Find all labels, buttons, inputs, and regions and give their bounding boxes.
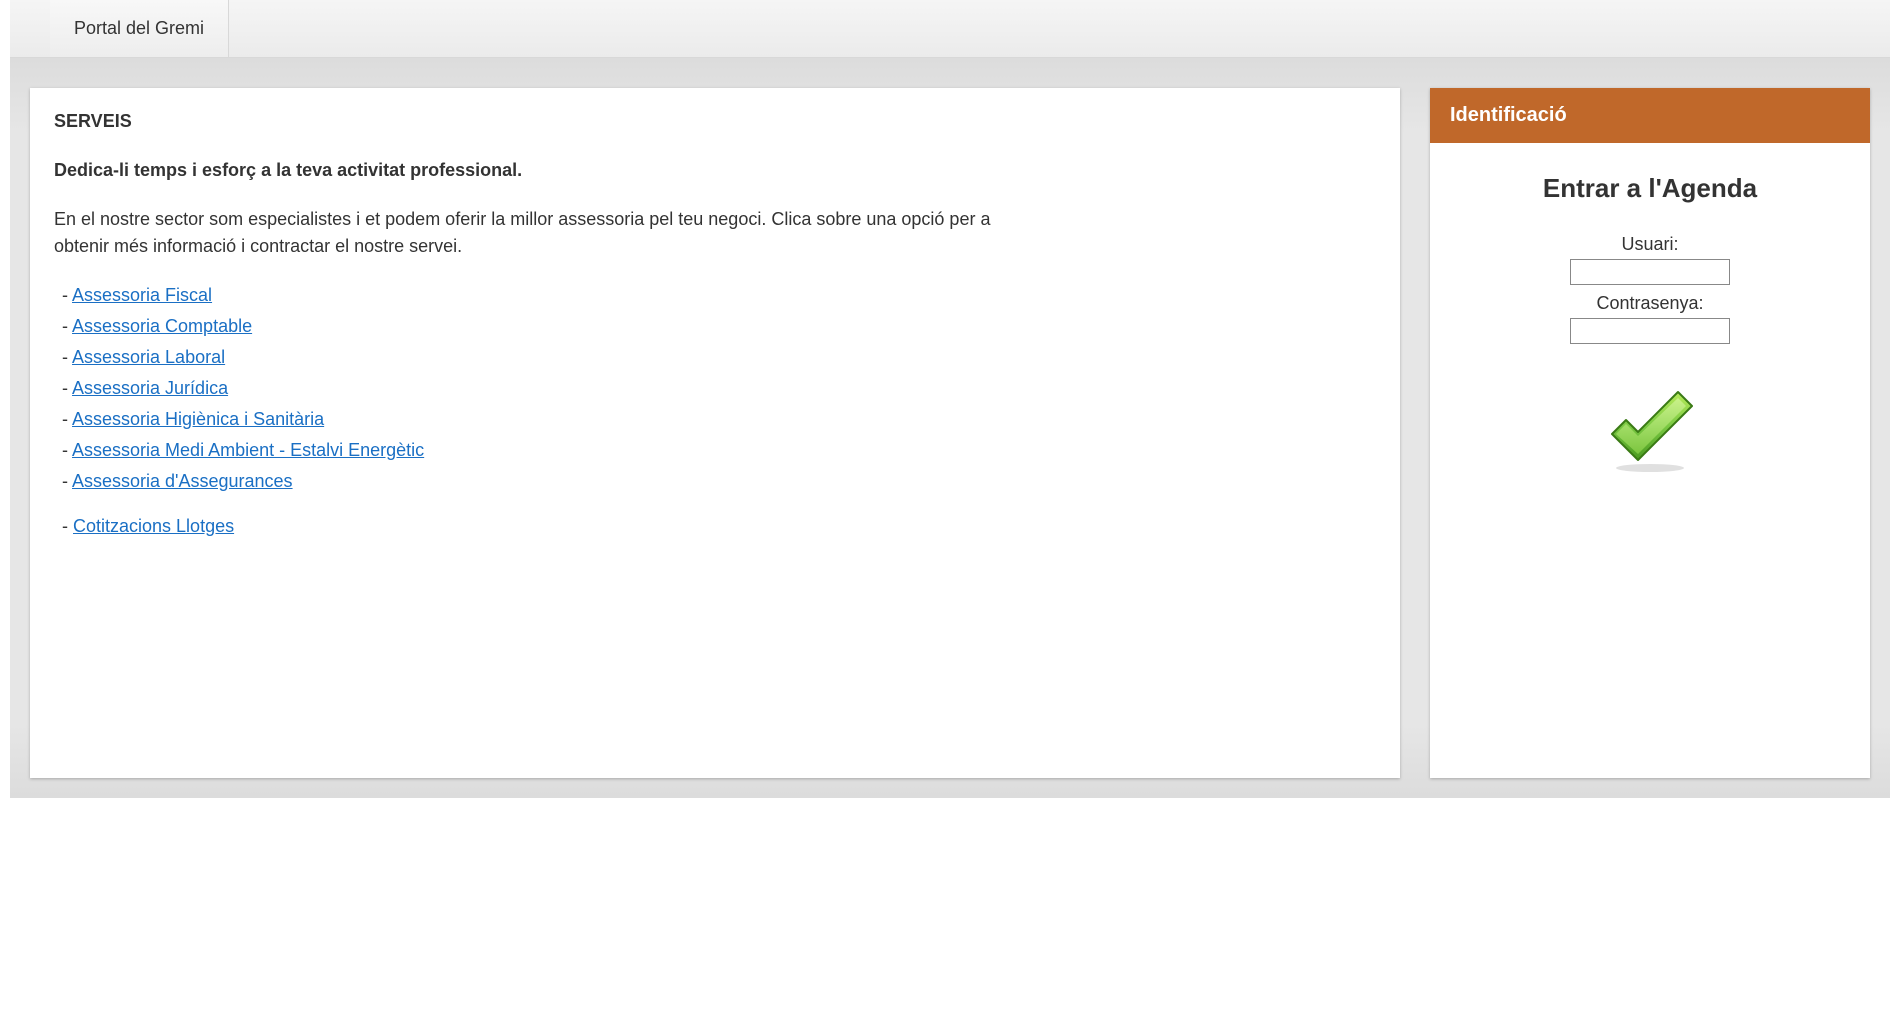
- services-card: SERVEIS Dedica-li temps i esforç a la te…: [30, 88, 1400, 778]
- list-item: - Cotitzacions Llotges: [62, 513, 1376, 540]
- password-row: Contrasenya:: [1450, 293, 1850, 344]
- portal-tab-label: Portal del Gremi: [74, 18, 204, 39]
- services-description: En el nostre sector som especialistes i …: [54, 206, 1014, 260]
- service-link[interactable]: Assessoria Medi Ambient - Estalvi Energè…: [72, 440, 424, 460]
- quotes-link[interactable]: Cotitzacions Llotges: [73, 516, 234, 536]
- list-item: - Assessoria Fiscal: [62, 282, 1376, 309]
- list-item: - Assessoria Higiènica i Sanitària: [62, 406, 1376, 433]
- service-link[interactable]: Assessoria Fiscal: [72, 285, 212, 305]
- submit-button[interactable]: [1600, 384, 1700, 474]
- username-input[interactable]: [1570, 259, 1730, 285]
- service-link[interactable]: Assessoria Higiènica i Sanitària: [72, 409, 324, 429]
- list-item: - Assessoria Comptable: [62, 313, 1376, 340]
- list-item: - Assessoria Medi Ambient - Estalvi Ener…: [62, 437, 1376, 464]
- login-header-label: Identificació: [1450, 104, 1567, 126]
- username-label: Usuari:: [1450, 234, 1850, 255]
- services-heading: SERVEIS: [54, 108, 1376, 135]
- login-card-body: Entrar a l'Agenda Usuari: Contrasenya:: [1430, 143, 1870, 494]
- services-link-list-2: - Cotitzacions Llotges: [62, 513, 1376, 540]
- top-nav-bar: Portal del Gremi: [10, 0, 1890, 58]
- services-link-list-1: - Assessoria Fiscal - Assessoria Comptab…: [62, 282, 1376, 495]
- services-tagline: Dedica-li temps i esforç a la teva activ…: [54, 157, 1376, 184]
- list-item: - Assessoria Laboral: [62, 344, 1376, 371]
- list-item: - Assessoria Jurídica: [62, 375, 1376, 402]
- password-label: Contrasenya:: [1450, 293, 1850, 314]
- username-row: Usuari:: [1450, 234, 1850, 285]
- service-link[interactable]: Assessoria Comptable: [72, 316, 252, 336]
- login-card: Identificació Entrar a l'Agenda Usuari: …: [1430, 88, 1870, 778]
- portal-tab[interactable]: Portal del Gremi: [50, 0, 229, 57]
- password-input[interactable]: [1570, 318, 1730, 344]
- login-card-header: Identificació: [1430, 88, 1870, 143]
- login-title: Entrar a l'Agenda: [1450, 173, 1850, 204]
- list-item: - Assessoria d'Assegurances: [62, 468, 1376, 495]
- content-area: SERVEIS Dedica-li temps i esforç a la te…: [10, 58, 1890, 798]
- checkmark-icon: [1600, 384, 1700, 474]
- service-link[interactable]: Assessoria Laboral: [72, 347, 225, 367]
- service-link[interactable]: Assessoria d'Assegurances: [72, 471, 293, 491]
- service-link[interactable]: Assessoria Jurídica: [72, 378, 228, 398]
